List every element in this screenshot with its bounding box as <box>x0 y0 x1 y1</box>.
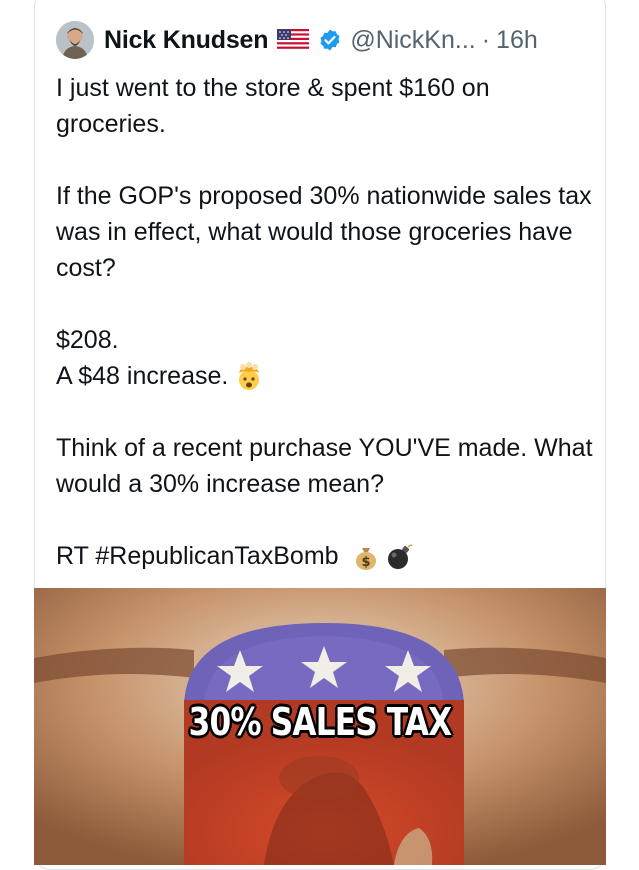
avatar[interactable] <box>56 21 94 59</box>
tweet-header: Nick Knudsen @NickKn... · 16h <box>56 21 538 59</box>
tweet-text: I just went to the store & spent $160 on… <box>56 70 596 610</box>
exploding-head-emoji <box>239 362 260 391</box>
author-handle[interactable]: @NickKn... <box>350 26 475 55</box>
bomb-emoji <box>387 544 413 570</box>
tweet-paragraph: RT #RepublicanTaxBomb $ <box>56 538 596 574</box>
svg-text:$: $ <box>361 555 370 570</box>
tweet-paragraph: $208. A $48 increase. <box>56 322 596 394</box>
hashtag-link[interactable]: RT #RepublicanTaxBomb <box>56 542 339 570</box>
tweet-paragraph: Think of a recent purchase YOU'VE made. … <box>56 434 593 498</box>
money-bag-emoji: $ <box>355 548 376 571</box>
tweet-paragraph-text: $208. A $48 increase. <box>56 326 229 390</box>
us-flag-icon <box>277 29 310 51</box>
timestamp[interactable]: 16h <box>496 26 538 55</box>
separator-dot: · <box>481 25 491 54</box>
tweet-paragraph: I just went to the store & spent $160 on… <box>56 74 490 138</box>
author-name[interactable]: Nick Knudsen <box>104 26 269 55</box>
verified-badge-icon <box>320 29 340 51</box>
image-caption: 30% SALES TAX <box>188 700 453 744</box>
tweet-media-image[interactable]: 30% SALES TAX <box>34 588 606 865</box>
tweet-paragraph: If the GOP's proposed 30% nationwide sal… <box>56 182 592 282</box>
